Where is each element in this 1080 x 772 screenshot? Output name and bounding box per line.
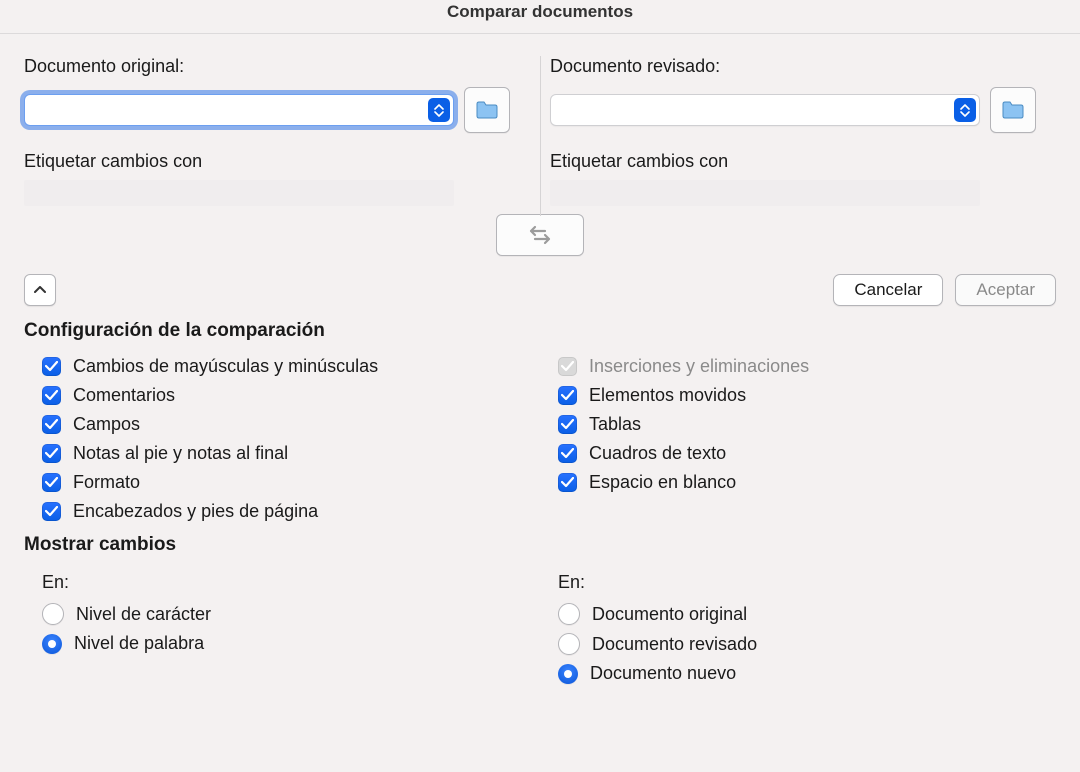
original-label: Documento original: <box>24 56 510 77</box>
checkbox-textboxes[interactable] <box>558 444 577 463</box>
original-browse-button[interactable] <box>464 87 510 133</box>
checkbox-label: Inserciones y eliminaciones <box>589 356 809 377</box>
checkbox-label: Campos <box>73 414 140 435</box>
checkbox-footnotes[interactable] <box>42 444 61 463</box>
revised-label: Documento revisado: <box>550 56 1036 77</box>
radio-word-level[interactable] <box>42 634 62 654</box>
radio-label: Nivel de carácter <box>76 604 211 625</box>
swap-icon <box>527 225 553 245</box>
original-tag-label: Etiquetar cambios con <box>24 151 510 172</box>
original-tag-input <box>24 180 454 206</box>
checkbox-label: Cuadros de texto <box>589 443 726 464</box>
accept-button[interactable]: Aceptar <box>955 274 1056 306</box>
checkbox-headers-footers[interactable] <box>42 502 61 521</box>
radio-label: Documento nuevo <box>590 663 736 684</box>
comparison-settings: Cambios de mayúsculas y minúsculas Comen… <box>24 352 1056 526</box>
checkbox-label: Elementos movidos <box>589 385 746 406</box>
cancel-button[interactable]: Cancelar <box>833 274 943 306</box>
radio-label: Documento revisado <box>592 634 757 655</box>
swap-documents-button[interactable] <box>496 214 584 256</box>
checkbox-label: Notas al pie y notas al final <box>73 443 288 464</box>
dropdown-stepper-icon <box>954 98 976 122</box>
checkbox-formatting[interactable] <box>42 473 61 492</box>
revised-tag-label: Etiquetar cambios con <box>550 151 1036 172</box>
checkbox-label: Tablas <box>589 414 641 435</box>
comparison-settings-title: Configuración de la comparación <box>24 320 1056 342</box>
original-column: Documento original: Etiquetar cambios co… <box>24 56 530 206</box>
checkbox-label: Encabezados y pies de página <box>73 501 318 522</box>
checkbox-tables[interactable] <box>558 415 577 434</box>
radio-doc-original[interactable] <box>558 603 580 625</box>
chevron-up-icon <box>34 286 46 294</box>
column-separator <box>540 56 541 216</box>
dropdown-stepper-icon <box>428 98 450 122</box>
original-document-dropdown[interactable] <box>24 94 454 126</box>
revised-document-dropdown[interactable] <box>550 94 980 126</box>
documents-row: Documento original: Etiquetar cambios co… <box>24 56 1056 206</box>
radio-doc-revised[interactable] <box>558 633 580 655</box>
show-in-label-right: En: <box>540 566 1056 599</box>
checkbox-whitespace[interactable] <box>558 473 577 492</box>
checkbox-case-changes[interactable] <box>42 357 61 376</box>
checkbox-moved-elements[interactable] <box>558 386 577 405</box>
checkbox-label: Formato <box>73 472 140 493</box>
show-changes-title: Mostrar cambios <box>24 534 1056 556</box>
dialog-title: Comparar documentos <box>0 0 1080 34</box>
revised-browse-button[interactable] <box>990 87 1036 133</box>
show-in-label-left: En: <box>24 566 540 599</box>
checkbox-insertions-deletions <box>558 357 577 376</box>
revised-column: Documento revisado: Etiquetar cambios co… <box>530 56 1056 206</box>
checkbox-label: Espacio en blanco <box>589 472 736 493</box>
folder-icon <box>1001 100 1025 120</box>
folder-icon <box>475 100 499 120</box>
collapse-settings-button[interactable] <box>24 274 56 306</box>
radio-label: Nivel de palabra <box>74 633 204 654</box>
radio-char-level[interactable] <box>42 603 64 625</box>
checkbox-fields[interactable] <box>42 415 61 434</box>
revised-tag-input <box>550 180 980 206</box>
show-changes-section: En: Nivel de carácter Nivel de palabra E… <box>24 566 1056 688</box>
checkbox-label: Cambios de mayúsculas y minúsculas <box>73 356 378 377</box>
checkbox-label: Comentarios <box>73 385 175 406</box>
radio-label: Documento original <box>592 604 747 625</box>
checkbox-comments[interactable] <box>42 386 61 405</box>
radio-doc-new[interactable] <box>558 664 578 684</box>
